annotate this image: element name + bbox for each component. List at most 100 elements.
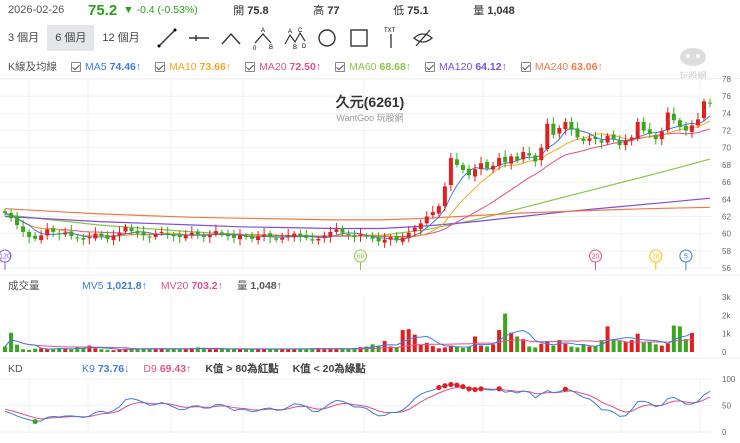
candle-body <box>683 125 688 131</box>
candle-body <box>33 235 38 239</box>
volume-bar <box>581 344 586 352</box>
volume-bar <box>244 349 249 352</box>
candle-body <box>9 213 14 219</box>
candle-body <box>111 235 116 241</box>
candle-body <box>340 228 345 233</box>
kd-red-dot <box>448 381 454 388</box>
volume-bar <box>605 326 610 352</box>
ma240-line <box>4 206 711 221</box>
kd-red-dot <box>562 386 568 392</box>
candle-body <box>448 158 453 186</box>
candle-body <box>15 216 20 226</box>
kd-red-dot <box>436 384 442 391</box>
ma120-line <box>4 197 711 230</box>
candle-body <box>689 125 694 132</box>
volume-bar <box>611 339 616 352</box>
volume-bar <box>21 349 26 352</box>
volume-bar <box>39 348 44 352</box>
candle-body <box>491 165 496 170</box>
candle-body <box>63 232 68 235</box>
volume-bar <box>81 348 86 352</box>
candle-body <box>27 231 32 238</box>
candle-body <box>81 237 86 240</box>
candle-body <box>539 147 544 161</box>
volume-bar <box>274 349 279 352</box>
volume-bar <box>298 349 303 352</box>
price-tick-label: 66 <box>722 178 731 187</box>
kd-red-dot <box>454 382 460 388</box>
candle-body <box>39 235 44 241</box>
candle-body <box>611 134 616 140</box>
volume-bar <box>503 313 508 352</box>
volume-bar <box>394 347 399 352</box>
candle-body <box>87 237 92 239</box>
candle-body <box>75 237 80 239</box>
kd-legend: KD K9 73.76↓ D9 69.43↑ K值 > 80為紅點 K值 < 20為… <box>8 361 380 376</box>
kd-tick-label: 0 <box>722 428 727 437</box>
price-tick-label: 58 <box>722 247 731 256</box>
volume-bar <box>539 343 544 352</box>
price-tick-label: 78 <box>722 75 731 84</box>
candle-body <box>394 235 399 241</box>
candle-body <box>473 169 477 177</box>
candle-body <box>599 140 604 143</box>
candle-body <box>605 135 610 143</box>
candle-body <box>334 229 339 232</box>
volume-bar <box>99 349 104 352</box>
ma60-line <box>4 158 711 237</box>
candle-body <box>617 140 622 146</box>
volume-bar <box>623 341 628 352</box>
candle-body <box>57 233 62 235</box>
volume-bar <box>509 332 514 352</box>
candle-body <box>177 234 182 238</box>
candle-body <box>93 233 98 239</box>
candle-body <box>153 233 158 238</box>
candle-body <box>304 234 309 238</box>
volume-bar <box>442 347 447 352</box>
volume-bar <box>659 345 664 352</box>
candle-body <box>497 158 502 166</box>
volume-bar <box>105 349 110 352</box>
candle-body <box>165 233 170 235</box>
candle-body <box>238 235 242 240</box>
kd-red-dot <box>496 386 502 392</box>
candle-body <box>533 155 538 162</box>
candle-body <box>213 231 218 235</box>
candle-body <box>545 123 550 150</box>
volume-bar <box>225 349 230 352</box>
candle-body <box>653 135 658 140</box>
candle-body <box>135 231 140 234</box>
price-tick-label: 64 <box>722 195 731 204</box>
candle-body <box>406 232 411 238</box>
candle-body <box>328 231 333 237</box>
candle-body <box>117 232 122 236</box>
volume-bar <box>304 349 309 352</box>
volume-bar <box>593 346 598 352</box>
volume-bar <box>617 341 622 352</box>
candle-body <box>352 235 357 238</box>
volume-bar <box>418 344 423 352</box>
candle-body <box>310 239 315 241</box>
volume-bar <box>268 349 273 352</box>
volume-bar <box>406 329 411 352</box>
candle-body <box>509 156 514 164</box>
volume-bar <box>33 348 38 352</box>
candle-body <box>623 140 628 146</box>
candle-body <box>171 234 176 237</box>
candle-body <box>322 235 327 238</box>
candle-body <box>207 235 212 238</box>
volume-bar <box>557 340 562 352</box>
candle-body <box>388 237 393 240</box>
volume-bar <box>460 347 465 352</box>
candle-body <box>99 233 104 237</box>
candle-body <box>557 127 562 134</box>
candle-body <box>659 131 664 140</box>
volume-bar <box>515 336 520 352</box>
candle-body <box>370 236 375 239</box>
kd-red-dot <box>472 386 478 393</box>
k9-legend: K9 73.76↓ <box>82 362 130 375</box>
stock-chart[interactable]: 7876747270686664626058563k2k1k0100500120… <box>0 0 740 443</box>
kd-tick-label: 100 <box>722 375 736 384</box>
candle-body <box>635 121 640 139</box>
volume-bar <box>334 349 339 352</box>
